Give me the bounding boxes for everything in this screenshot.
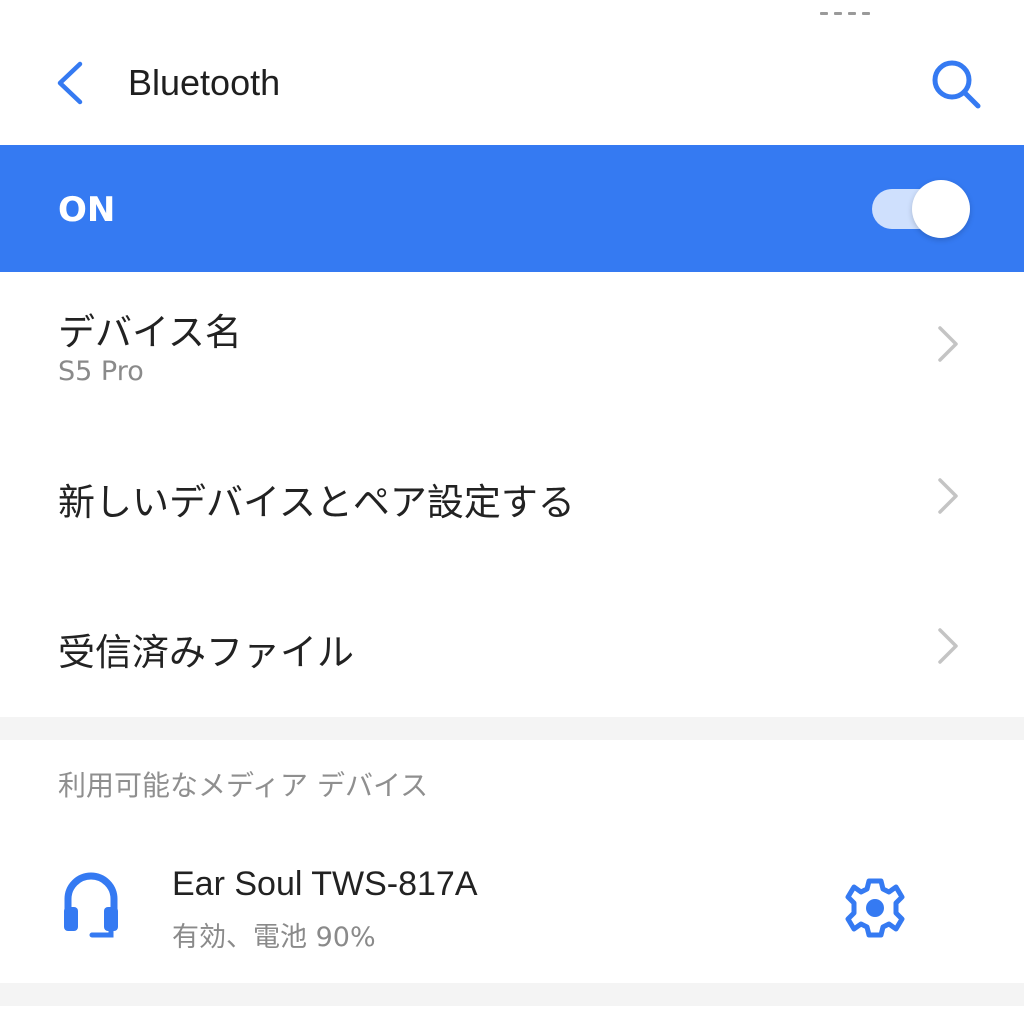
- toggle-knob[interactable]: [912, 180, 970, 238]
- device-name-label: デバイス名: [58, 311, 242, 354]
- device-name-row[interactable]: デバイス名 S5 Pro: [0, 272, 1024, 422]
- pair-new-device-row[interactable]: 新しいデバイスとペア設定する: [0, 422, 1024, 572]
- chevron-right-icon: [938, 478, 958, 514]
- chevron-right-icon: [938, 326, 958, 362]
- media-device-name: Ear Soul TWS-817A: [172, 865, 478, 903]
- search-icon: [932, 60, 981, 109]
- media-device-status: 有効、電池 90%: [172, 922, 376, 953]
- search-button[interactable]: [928, 58, 984, 110]
- gear-icon[interactable]: [842, 875, 908, 941]
- chevron-left-icon: [57, 61, 83, 105]
- page-title: Bluetooth: [128, 62, 281, 103]
- status-bar-signal-fragment: [820, 0, 882, 15]
- section-divider: [0, 983, 1024, 1006]
- switch-state-label: ON: [58, 190, 116, 230]
- bluetooth-master-switch-bar[interactable]: [0, 145, 1024, 272]
- available-media-devices-header: 利用可能なメディア デバイス: [58, 769, 429, 802]
- chevron-right-icon: [938, 628, 958, 664]
- received-files-label: 受信済みファイル: [58, 631, 354, 674]
- bluetooth-toggle[interactable]: [872, 180, 972, 240]
- headset-icon: [64, 872, 118, 938]
- pair-new-device-label: 新しいデバイスとペア設定する: [58, 481, 575, 524]
- section-divider: [0, 717, 1024, 740]
- device-name-value: S5 Pro: [58, 356, 144, 387]
- received-files-row[interactable]: 受信済みファイル: [0, 572, 1024, 717]
- media-device-item[interactable]: Ear Soul TWS-817A 有効、電池 90%: [0, 845, 1024, 975]
- back-button[interactable]: [52, 58, 88, 108]
